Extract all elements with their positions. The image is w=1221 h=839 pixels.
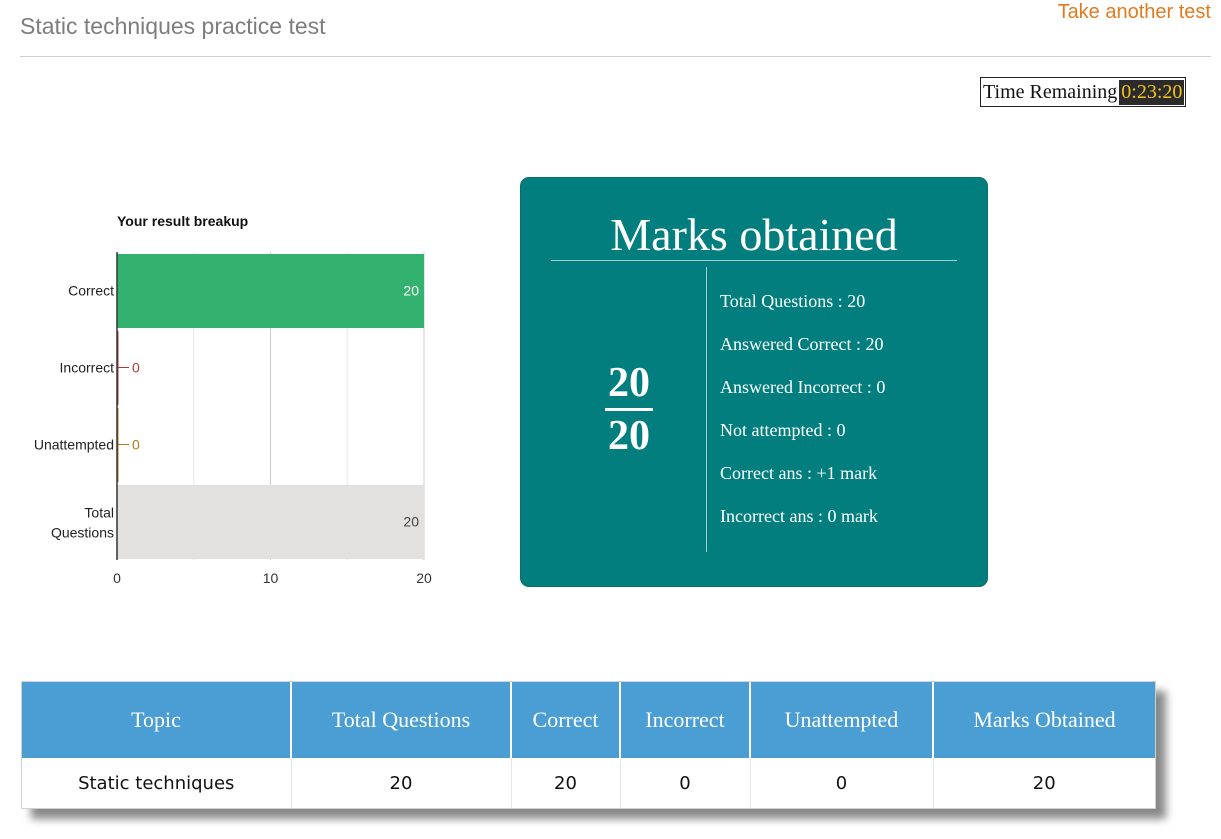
chart-x-tick-label: 20 (416, 570, 432, 586)
topic-results-table-container: Topic Total Questions Correct Incorrect … (21, 681, 1156, 809)
page-title: Static techniques practice test (20, 13, 326, 39)
cell-topic: Static techniques (22, 758, 292, 808)
chart-x-tick-label: 10 (263, 570, 279, 586)
marks-obtained-title: Marks obtained (610, 209, 898, 260)
col-header-correct: Correct (511, 682, 621, 758)
time-remaining-box: Time Remaining 0:23:20 (980, 77, 1187, 107)
col-header-total-questions: Total Questions (291, 682, 512, 758)
fraction-bar (605, 408, 653, 411)
chart-category-label: Unattempted (34, 437, 114, 453)
score-fraction: 20 20 (605, 360, 653, 459)
chart-category-label: Questions (51, 525, 114, 541)
time-remaining-label: Time Remaining (983, 80, 1118, 103)
chart-data-label: 0 (132, 437, 140, 453)
result-breakup-chart: Your result breakup Correct 20 Incorrect 0 Un… (0, 190, 480, 610)
detail-incorrect-marking: Incorrect ans : 0 mark (720, 506, 878, 526)
cell-incorrect: 0 (620, 758, 751, 808)
chart-data-label: 0 (132, 360, 140, 376)
chart-category-label: Total (84, 505, 114, 521)
cell-correct: 20 (511, 758, 621, 808)
cell-marks-obtained: 20 (1032, 772, 1056, 794)
result-breakup-chart-svg: Your result breakup Correct 20 Incorrect 0 Un… (34, 213, 432, 586)
chart-bar (117, 254, 424, 328)
detail-answered-incorrect: Answered Incorrect : 0 (720, 377, 886, 397)
chart-bar (117, 485, 424, 559)
col-header-incorrect: Incorrect (620, 682, 751, 758)
col-header-unattempted: Unattempted (750, 682, 934, 758)
chart-category-label: Incorrect (60, 360, 115, 376)
detail-not-attempted: Not attempted : 0 (720, 420, 846, 440)
marks-details-list: Total Questions : 20 Answered Correct : … (720, 289, 885, 547)
marks-obtained-card: Marks obtained 20 20 Total Questions : 2… (520, 177, 988, 587)
table-row: Static techniques 20 20 0 0 20 (22, 758, 1155, 808)
chart-category-label: Correct (68, 283, 114, 299)
time-remaining-value: 0:23:20 (1119, 79, 1185, 105)
title-divider (20, 56, 1211, 57)
detail-answered-correct: Answered Correct : 20 (720, 334, 884, 354)
marks-title-divider (551, 260, 957, 261)
score-total: 20 (608, 413, 650, 459)
marks-vertical-divider (706, 267, 707, 552)
col-header-topic: Topic (22, 682, 292, 758)
chart-x-tick-label: 0 (113, 570, 121, 586)
detail-total-questions: Total Questions : 20 (720, 291, 866, 311)
chart-data-label: 20 (403, 283, 419, 299)
score-obtained: 20 (608, 360, 650, 406)
detail-correct-marking: Correct ans : +1 mark (720, 463, 878, 483)
cell-unattempted: 0 (750, 758, 934, 808)
topic-results-table: Topic Total Questions Correct Incorrect … (22, 682, 1155, 808)
chart-title: Your result breakup (117, 213, 248, 229)
chart-data-label: 20 (403, 514, 419, 530)
cell-total-questions: 20 (291, 758, 512, 808)
col-header-marks-obtained: Marks Obtained (933, 682, 1155, 758)
table-header-row: Topic Total Questions Correct Incorrect … (22, 682, 1155, 758)
take-another-test-link[interactable]: Take another test (1058, 1, 1211, 24)
